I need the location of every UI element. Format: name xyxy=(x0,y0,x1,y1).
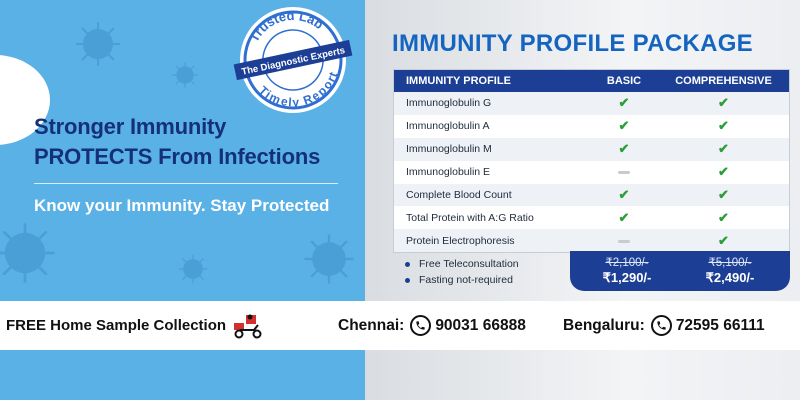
table-row: Total Protein with A:G Ratio ✔ ✔ xyxy=(394,206,789,230)
table-row: Complete Blood Count ✔ ✔ xyxy=(394,183,789,207)
bullet-icon xyxy=(405,261,410,267)
headline-divider xyxy=(34,183,338,184)
virus-icon xyxy=(172,62,198,88)
comprehensive-cell: ✔ xyxy=(658,164,789,180)
header-test-name: IMMUNITY PROFILE xyxy=(406,75,511,87)
test-name: Complete Blood Count xyxy=(406,189,512,201)
basic-cell xyxy=(590,166,658,178)
header-comprehensive: COMPREHENSIVE xyxy=(675,75,772,87)
price-box: ₹2,100/- ₹1,290/- ₹5,100/- ₹2,490/- xyxy=(570,251,790,291)
table-row: Immunoglobulin M ✔ ✔ xyxy=(394,137,789,161)
header-basic: BASIC xyxy=(606,75,642,87)
bengaluru-label: Bengaluru: xyxy=(563,316,645,334)
table-row: Immunoglobulin E ✔ xyxy=(394,160,789,184)
chennai-contact[interactable]: Chennai: 90031 66888 xyxy=(338,301,526,350)
check-icon: ✔ xyxy=(718,95,729,111)
check-icon: ✔ xyxy=(718,141,729,157)
basic-cell: ✔ xyxy=(590,118,658,134)
bullet-icon xyxy=(405,277,410,283)
test-name: Immunoglobulin E xyxy=(406,166,491,179)
check-icon: ✔ xyxy=(618,141,630,157)
tagline: Know your Immunity. Stay Protected xyxy=(34,196,330,215)
comprehensive-price: ₹5,100/- ₹2,490/- xyxy=(685,256,775,286)
check-icon: ✔ xyxy=(618,118,630,134)
contact-bar: FREE Home Sample Collection Chennai: 900… xyxy=(0,301,800,350)
comprehensive-cell: ✔ xyxy=(658,118,789,134)
test-name: Immunoglobulin G xyxy=(406,97,492,110)
check-icon: ✔ xyxy=(618,95,630,111)
basic-cell: ✔ xyxy=(590,141,658,157)
phone-icon xyxy=(410,315,432,336)
virus-icon xyxy=(0,223,55,283)
virus-icon xyxy=(76,22,120,66)
test-name: Immunoglobulin M xyxy=(406,143,492,156)
bengaluru-contact[interactable]: Bengaluru: 72595 66111 xyxy=(563,301,765,350)
basic-cell: ✔ xyxy=(590,187,658,203)
check-icon: ✔ xyxy=(718,164,729,180)
comprehensive-new-price: ₹2,490/- xyxy=(705,270,755,285)
table-body: Immunoglobulin G ✔ ✔ Immunoglobulin A ✔ ✔ Immu… xyxy=(394,92,789,253)
chennai-label: Chennai: xyxy=(338,316,405,334)
virus-icon xyxy=(178,254,208,284)
comprehensive-cell: ✔ xyxy=(658,187,789,203)
dash-icon xyxy=(618,239,630,243)
home-collection-text: FREE Home Sample Collection xyxy=(6,317,227,334)
test-name: Total Protein with A:G Ratio xyxy=(406,211,534,224)
trusted-lab-badge: Trusted Lab Timely Report The Diagnostic… xyxy=(233,2,353,117)
table-row: Protein Electrophoresis ✔ xyxy=(394,229,789,253)
dash-icon xyxy=(618,170,630,174)
basic-cell: ✔ xyxy=(590,210,658,226)
chennai-phone[interactable]: 90031 66888 xyxy=(435,317,526,335)
test-name: Protein Electrophoresis xyxy=(406,234,515,247)
test-name: Immunoglobulin A xyxy=(406,120,490,133)
headline-line1: Stronger Immunity xyxy=(34,114,227,139)
feature-label: Fasting not-required xyxy=(419,274,513,286)
feature-item: Fasting not-required xyxy=(405,272,519,288)
comprehensive-cell: ✔ xyxy=(658,233,789,249)
basic-cell xyxy=(590,235,658,247)
table-row: Immunoglobulin A ✔ ✔ xyxy=(394,114,789,138)
home-collection: FREE Home Sample Collection xyxy=(6,301,264,350)
basic-price: ₹2,100/- ₹1,290/- xyxy=(582,256,672,286)
basic-cell: ✔ xyxy=(590,95,658,111)
package-title: IMMUNITY PROFILE PACKAGE xyxy=(392,30,753,57)
feature-item: Free Teleconsultation xyxy=(405,256,519,272)
feature-list: Free Teleconsultation Fasting not-requir… xyxy=(405,256,519,288)
table-header: IMMUNITY PROFILE BASIC COMPREHENSIVE xyxy=(394,70,789,92)
check-icon: ✔ xyxy=(618,187,630,202)
check-icon: ✔ xyxy=(618,209,630,225)
check-icon: ✔ xyxy=(718,209,729,225)
comprehensive-old-price: ₹5,100/- xyxy=(708,257,752,269)
table-row: Immunoglobulin G ✔ ✔ xyxy=(394,92,789,115)
bengaluru-phone[interactable]: 72595 66111 xyxy=(676,317,765,335)
delivery-scooter-icon xyxy=(234,314,262,338)
headline-line2: PROTECTS From Infections xyxy=(34,144,321,169)
comprehensive-cell: ✔ xyxy=(658,141,789,157)
comprehensive-cell: ✔ xyxy=(658,95,789,111)
check-icon: ✔ xyxy=(718,232,729,248)
basic-old-price: ₹2,100/- xyxy=(605,257,649,269)
check-icon: ✔ xyxy=(718,118,729,134)
phone-icon xyxy=(650,315,672,336)
check-icon: ✔ xyxy=(718,187,729,202)
basic-new-price: ₹1,290/- xyxy=(602,270,652,285)
package-table: IMMUNITY PROFILE BASIC COMPREHENSIVE Imm… xyxy=(393,69,790,254)
virus-icon xyxy=(304,234,354,284)
comprehensive-cell: ✔ xyxy=(658,210,789,226)
feature-label: Free Teleconsultation xyxy=(419,258,519,270)
